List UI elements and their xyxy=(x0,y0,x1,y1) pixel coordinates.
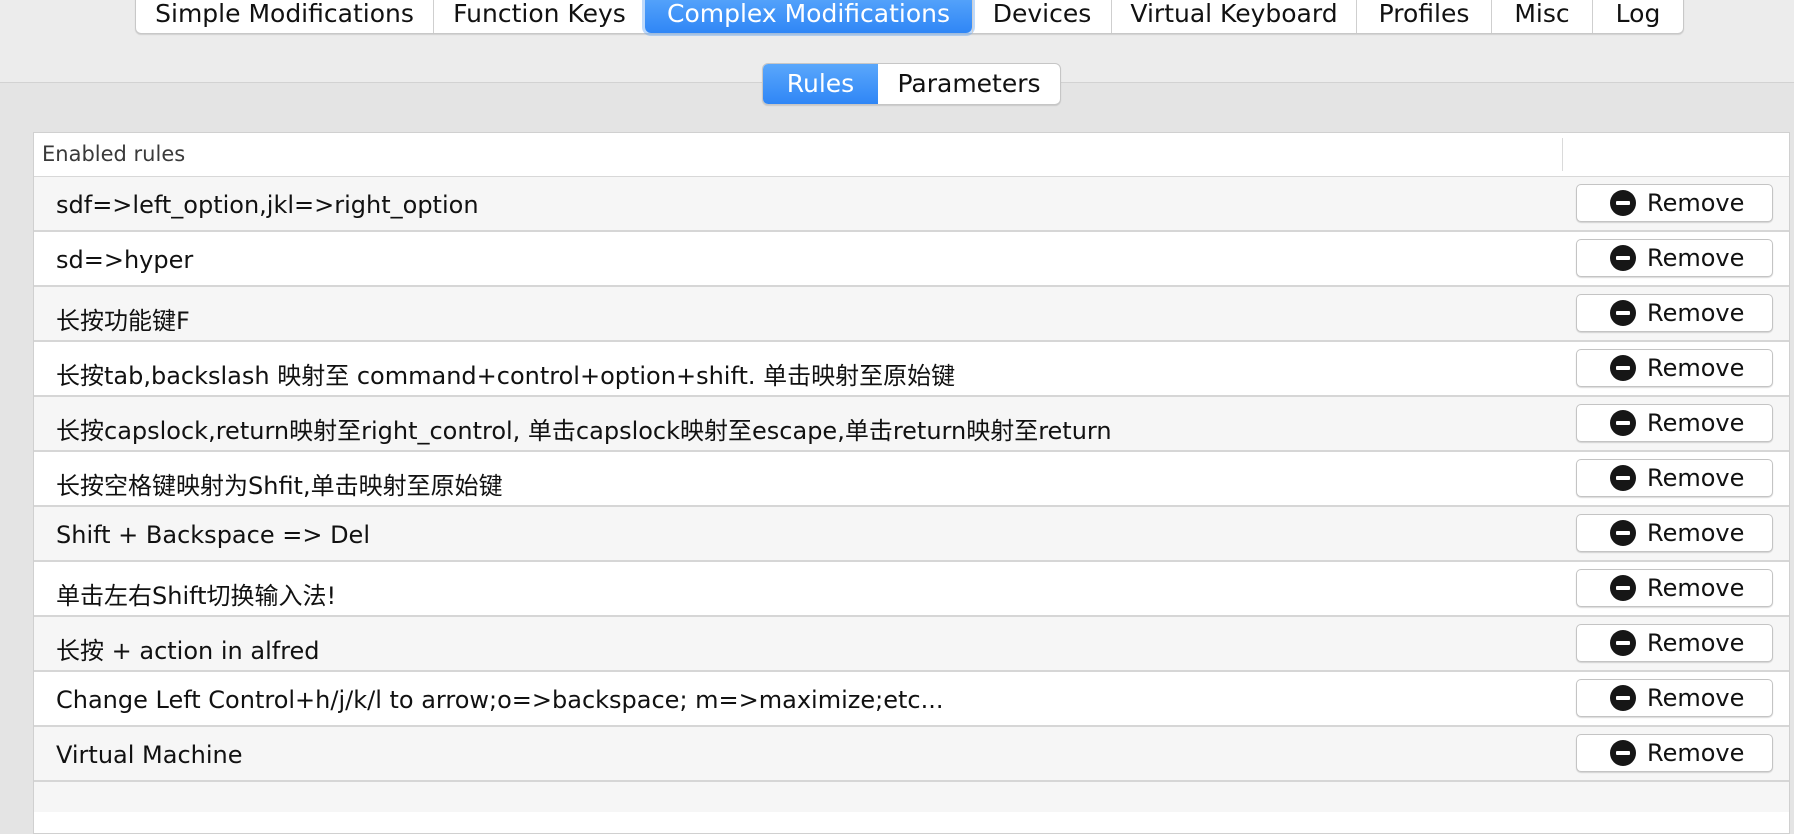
rule-label: Shift + Backspace => Del xyxy=(56,521,370,549)
table-row[interactable]: sd=>hyper Remove xyxy=(34,232,1789,287)
remove-button[interactable]: Remove xyxy=(1576,239,1773,277)
table-row[interactable]: 长按tab,backslash 映射至 command+control+opti… xyxy=(34,342,1789,397)
main-tabs: Simple Modifications Function Keys Compl… xyxy=(135,0,1684,34)
rule-label: 长按功能键F xyxy=(56,307,190,335)
remove-button[interactable]: Remove xyxy=(1576,294,1773,332)
remove-button[interactable]: Remove xyxy=(1576,514,1773,552)
segment-parameters[interactable]: Parameters xyxy=(878,64,1060,104)
rule-label: sd=>hyper xyxy=(56,246,194,274)
remove-button-label: Remove xyxy=(1647,684,1745,712)
rule-label: Change Left Control+h/j/k/l to arrow;o=>… xyxy=(56,686,944,714)
table-row[interactable]: 长按capslock,return映射至right_control, 单击cap… xyxy=(34,397,1789,452)
segment-rules[interactable]: Rules xyxy=(763,64,878,104)
column-divider[interactable] xyxy=(1562,138,1563,171)
rule-label: sdf=>left_option,jkl=>right_option xyxy=(56,191,479,219)
table-row[interactable]: Virtual Machine Remove xyxy=(34,727,1789,782)
empty-table-row xyxy=(34,782,1789,812)
remove-button[interactable]: Remove xyxy=(1576,624,1773,662)
minus-circle-icon xyxy=(1610,245,1636,271)
remove-button[interactable]: Remove xyxy=(1576,459,1773,497)
rule-label: 长按 + action in alfred xyxy=(56,637,320,665)
remove-button-label: Remove xyxy=(1647,244,1745,272)
rules-parameters-segmented-control: Rules Parameters xyxy=(762,63,1061,105)
remove-button-label: Remove xyxy=(1647,629,1745,657)
remove-button-label: Remove xyxy=(1647,409,1745,437)
rule-label: 长按tab,backslash 映射至 command+control+opti… xyxy=(56,362,956,390)
minus-circle-icon xyxy=(1610,685,1636,711)
remove-button[interactable]: Remove xyxy=(1576,404,1773,442)
remove-button[interactable]: Remove xyxy=(1576,569,1773,607)
remove-button[interactable]: Remove xyxy=(1576,734,1773,772)
table-row[interactable]: 长按空格键映射为Shfit,单击映射至原始键 Remove xyxy=(34,452,1789,507)
minus-circle-icon xyxy=(1610,740,1636,766)
minus-circle-icon xyxy=(1610,300,1636,326)
remove-button-label: Remove xyxy=(1647,519,1745,547)
minus-circle-icon xyxy=(1610,520,1636,546)
table-row[interactable]: Change Left Control+h/j/k/l to arrow;o=>… xyxy=(34,672,1789,727)
minus-circle-icon xyxy=(1610,410,1636,436)
table-row[interactable]: Shift + Backspace => Del Remove xyxy=(34,507,1789,562)
remove-button[interactable]: Remove xyxy=(1576,349,1773,387)
tab-misc[interactable]: Misc xyxy=(1491,0,1592,33)
rule-label: Virtual Machine xyxy=(56,741,243,769)
remove-button[interactable]: Remove xyxy=(1576,184,1773,222)
remove-button[interactable]: Remove xyxy=(1576,679,1773,717)
table-row[interactable]: 单击左右Shift切换输入法! Remove xyxy=(34,562,1789,617)
rule-label: 单击左右Shift切换输入法! xyxy=(56,582,337,610)
minus-circle-icon xyxy=(1610,465,1636,491)
rule-label: 长按空格键映射为Shfit,单击映射至原始键 xyxy=(56,472,503,500)
tab-devices[interactable]: Devices xyxy=(972,0,1111,33)
column-header-enabled-rules[interactable]: Enabled rules xyxy=(42,142,185,166)
remove-button-label: Remove xyxy=(1647,189,1745,217)
tab-profiles[interactable]: Profiles xyxy=(1356,0,1491,33)
minus-circle-icon xyxy=(1610,575,1636,601)
remove-button-label: Remove xyxy=(1647,299,1745,327)
minus-circle-icon xyxy=(1610,190,1636,216)
remove-button-label: Remove xyxy=(1647,574,1745,602)
enabled-rules-table: Enabled rules sdf=>left_option,jkl=>righ… xyxy=(33,132,1790,834)
table-header: Enabled rules xyxy=(34,133,1789,177)
table-row[interactable]: sdf=>left_option,jkl=>right_option Remov… xyxy=(34,177,1789,232)
minus-circle-icon xyxy=(1610,630,1636,656)
tab-simple-modifications[interactable]: Simple Modifications xyxy=(136,0,433,33)
tab-virtual-keyboard[interactable]: Virtual Keyboard xyxy=(1111,0,1356,33)
tab-complex-modifications[interactable]: Complex Modifications xyxy=(645,0,972,33)
remove-button-label: Remove xyxy=(1647,464,1745,492)
minus-circle-icon xyxy=(1610,355,1636,381)
table-row[interactable]: 长按 + action in alfred Remove xyxy=(34,617,1789,672)
tab-function-keys[interactable]: Function Keys xyxy=(433,0,645,33)
remove-button-label: Remove xyxy=(1647,739,1745,767)
table-row[interactable]: 长按功能键F Remove xyxy=(34,287,1789,342)
remove-button-label: Remove xyxy=(1647,354,1745,382)
tab-log[interactable]: Log xyxy=(1592,0,1683,33)
rule-label: 长按capslock,return映射至right_control, 单击cap… xyxy=(56,417,1112,445)
